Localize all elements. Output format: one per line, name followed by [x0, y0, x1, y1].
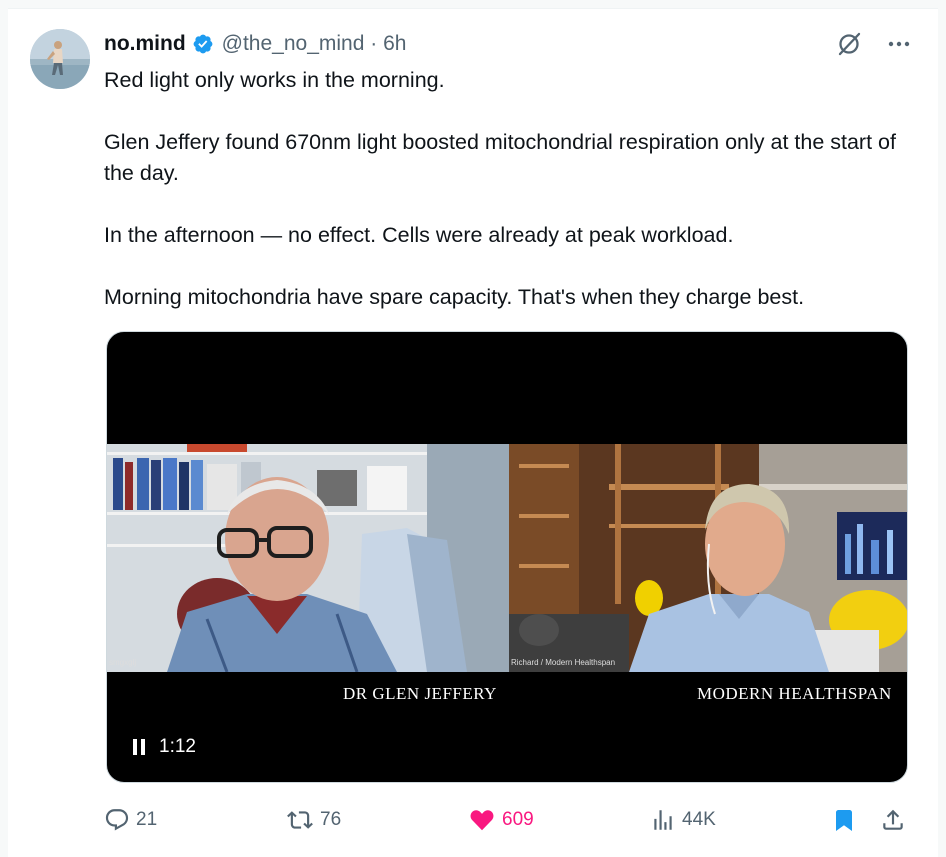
- tweet-text: Red light only works in the morning. Gle…: [104, 65, 904, 313]
- handle-and-time[interactable]: @the_no_mind · 6h: [222, 32, 407, 56]
- like-count: 609: [502, 809, 534, 830]
- tweet-top-icons: [834, 29, 914, 59]
- views-count: 44K: [682, 809, 716, 830]
- views-button[interactable]: 44K: [650, 803, 716, 837]
- tweet-header: no.mind @the_no_mind · 6h: [104, 29, 406, 59]
- tweet-paragraph: Red light only works in the morning.: [104, 68, 445, 92]
- video-player[interactable]: smgxglj Richard / Modern Healthspan DR G…: [106, 331, 908, 783]
- verified-badge-icon: [192, 33, 214, 55]
- video-controls: 1:12: [133, 736, 196, 758]
- bookmark-button[interactable]: [832, 803, 856, 837]
- tweet-paragraph: Morning mitochondria have spare capacity…: [104, 285, 805, 309]
- like-button[interactable]: 609: [468, 803, 534, 837]
- more-options-icon[interactable]: [884, 29, 914, 59]
- share-button[interactable]: [880, 803, 906, 837]
- caption-right: MODERN HEALTHSPAN: [697, 684, 892, 703]
- video-frame-left: smgxglj: [107, 444, 509, 672]
- reply-count: 21: [136, 809, 158, 830]
- bookmark-icon: [832, 807, 856, 833]
- tweet-paragraph: In the afternoon — no effect. Cells were…: [104, 223, 734, 247]
- author-name[interactable]: no.mind: [104, 32, 186, 56]
- repost-button[interactable]: 76: [286, 803, 341, 837]
- heart-icon: [468, 807, 496, 833]
- grok-icon[interactable]: [834, 29, 864, 59]
- tweet-card[interactable]: no.mind @the_no_mind · 6h Red light only…: [8, 8, 938, 857]
- video-right-tag: Richard / Modern Healthspan: [511, 658, 616, 667]
- reply-icon: [104, 807, 130, 833]
- video-left-tag: smgxglj: [109, 658, 137, 667]
- reply-button[interactable]: 21: [104, 803, 157, 837]
- pause-icon[interactable]: [133, 739, 147, 755]
- repost-icon: [286, 807, 314, 833]
- caption-left: DR GLEN JEFFERY: [343, 684, 497, 703]
- share-icon: [880, 807, 906, 833]
- video-time: 1:12: [159, 736, 196, 757]
- action-bar: 21 76 609 44K: [104, 803, 912, 837]
- tweet-paragraph: Glen Jeffery found 670nm light boosted m…: [104, 130, 896, 185]
- repost-count: 76: [320, 809, 342, 830]
- avatar[interactable]: [30, 29, 90, 89]
- analytics-icon: [650, 807, 676, 833]
- video-frame-right: Richard / Modern Healthspan: [509, 444, 907, 672]
